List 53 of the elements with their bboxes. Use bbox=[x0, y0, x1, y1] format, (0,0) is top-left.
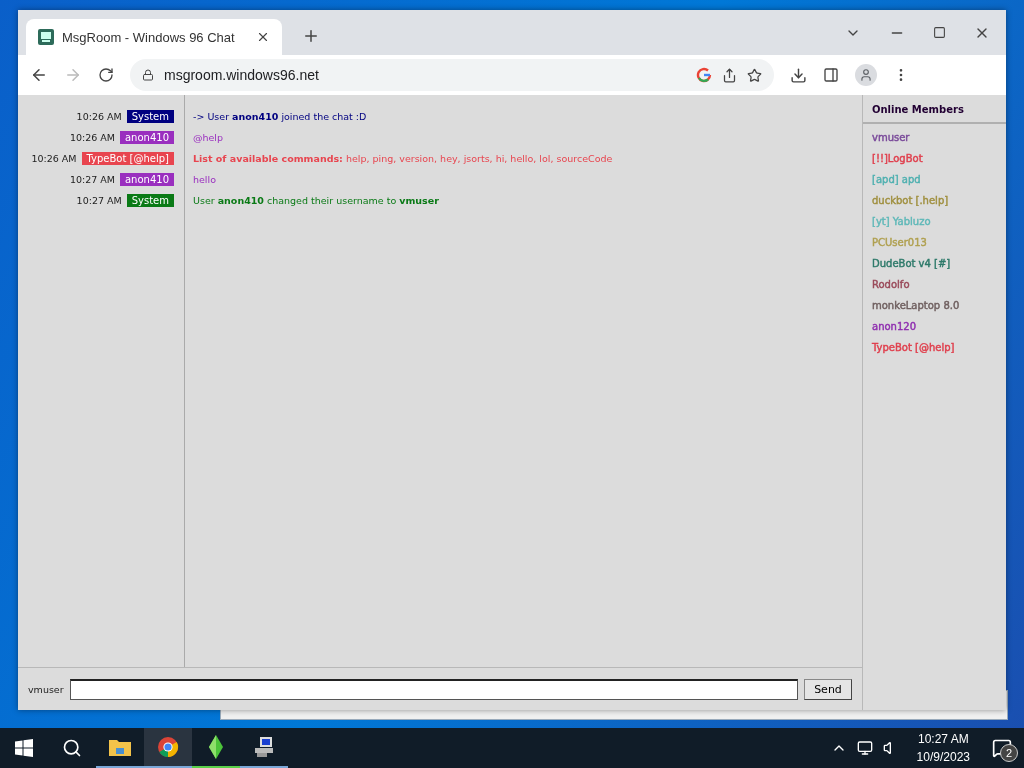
message-text: User anon410 changed their username to vmuser bbox=[192, 194, 440, 208]
download-icon[interactable] bbox=[790, 66, 807, 84]
network-icon[interactable] bbox=[856, 740, 873, 756]
maximize-icon[interactable] bbox=[933, 26, 946, 39]
message-text: hello bbox=[192, 173, 217, 187]
members-heading: Online Members bbox=[863, 95, 1006, 124]
clock-date[interactable]: 10/9/2023 bbox=[916, 748, 970, 766]
message-time: 10:27 AM bbox=[76, 195, 122, 206]
user-tag: System bbox=[126, 110, 174, 123]
message-text: @help bbox=[192, 131, 225, 145]
member-name: [apd] apd bbox=[872, 174, 921, 185]
member-name: anon120 bbox=[872, 321, 916, 332]
message-time: 10:27 AM bbox=[69, 174, 115, 185]
notification-button[interactable]: 2 bbox=[988, 734, 1016, 762]
member-name: [yt] Yabluzo bbox=[872, 216, 931, 227]
message-time: 10:26 AM bbox=[31, 153, 77, 164]
message-text: -> User anon410 joined the chat :D bbox=[192, 110, 368, 124]
member-name: [!!]LogBot bbox=[872, 153, 923, 164]
message-input[interactable] bbox=[69, 678, 798, 700]
user-tag: anon410 bbox=[120, 131, 174, 144]
user-tag: TypeBot [@help] bbox=[81, 152, 174, 165]
chat-app-icon bbox=[38, 29, 54, 45]
reload-icon[interactable] bbox=[98, 67, 114, 83]
message-text: List of available commands: help, ping, version, hey, jsorts, hi, hello, lol, sourceCode bbox=[192, 152, 614, 166]
clock-time[interactable]: 10:27 AM bbox=[917, 730, 969, 748]
message-time: 10:26 AM bbox=[76, 111, 122, 122]
browser-tab[interactable]: MsgRoom - Windows 96 Chat bbox=[26, 19, 282, 55]
member-name: duckbot [.help] bbox=[872, 195, 949, 206]
send-button[interactable]: Send bbox=[804, 678, 852, 700]
close-tab-icon[interactable] bbox=[256, 30, 270, 44]
back-icon[interactable] bbox=[30, 66, 48, 84]
user-tag: System bbox=[126, 194, 174, 207]
profile-icon[interactable] bbox=[855, 64, 877, 86]
url-text: msgroom.windows96.net bbox=[164, 67, 320, 83]
member-name: TypeBot [@help] bbox=[872, 342, 955, 353]
member-name: PCUser013 bbox=[872, 237, 927, 248]
message-time: 10:26 AM bbox=[69, 132, 115, 143]
notification-count: 2 bbox=[1000, 744, 1018, 762]
username-label: vmuser bbox=[28, 683, 64, 695]
tab-title: MsgRoom - Windows 96 Chat bbox=[62, 29, 236, 45]
member-name: monkeLaptop 8.0 bbox=[872, 300, 960, 311]
google-icon[interactable] bbox=[696, 67, 712, 83]
side-panel-icon[interactable] bbox=[823, 67, 839, 83]
member-name: Rodolfo bbox=[872, 279, 910, 290]
member-name: DudeBot v4 [#] bbox=[872, 258, 951, 269]
star-icon[interactable] bbox=[747, 67, 762, 83]
user-tag: anon410 bbox=[120, 173, 174, 186]
member-name: vmuser bbox=[872, 132, 910, 143]
share-icon[interactable] bbox=[722, 67, 737, 83]
chrome-icon[interactable] bbox=[144, 728, 192, 768]
lock-icon bbox=[142, 69, 154, 81]
new-tab-icon[interactable] bbox=[302, 27, 320, 45]
address-bar[interactable]: msgroom.windows96.net bbox=[130, 59, 774, 91]
